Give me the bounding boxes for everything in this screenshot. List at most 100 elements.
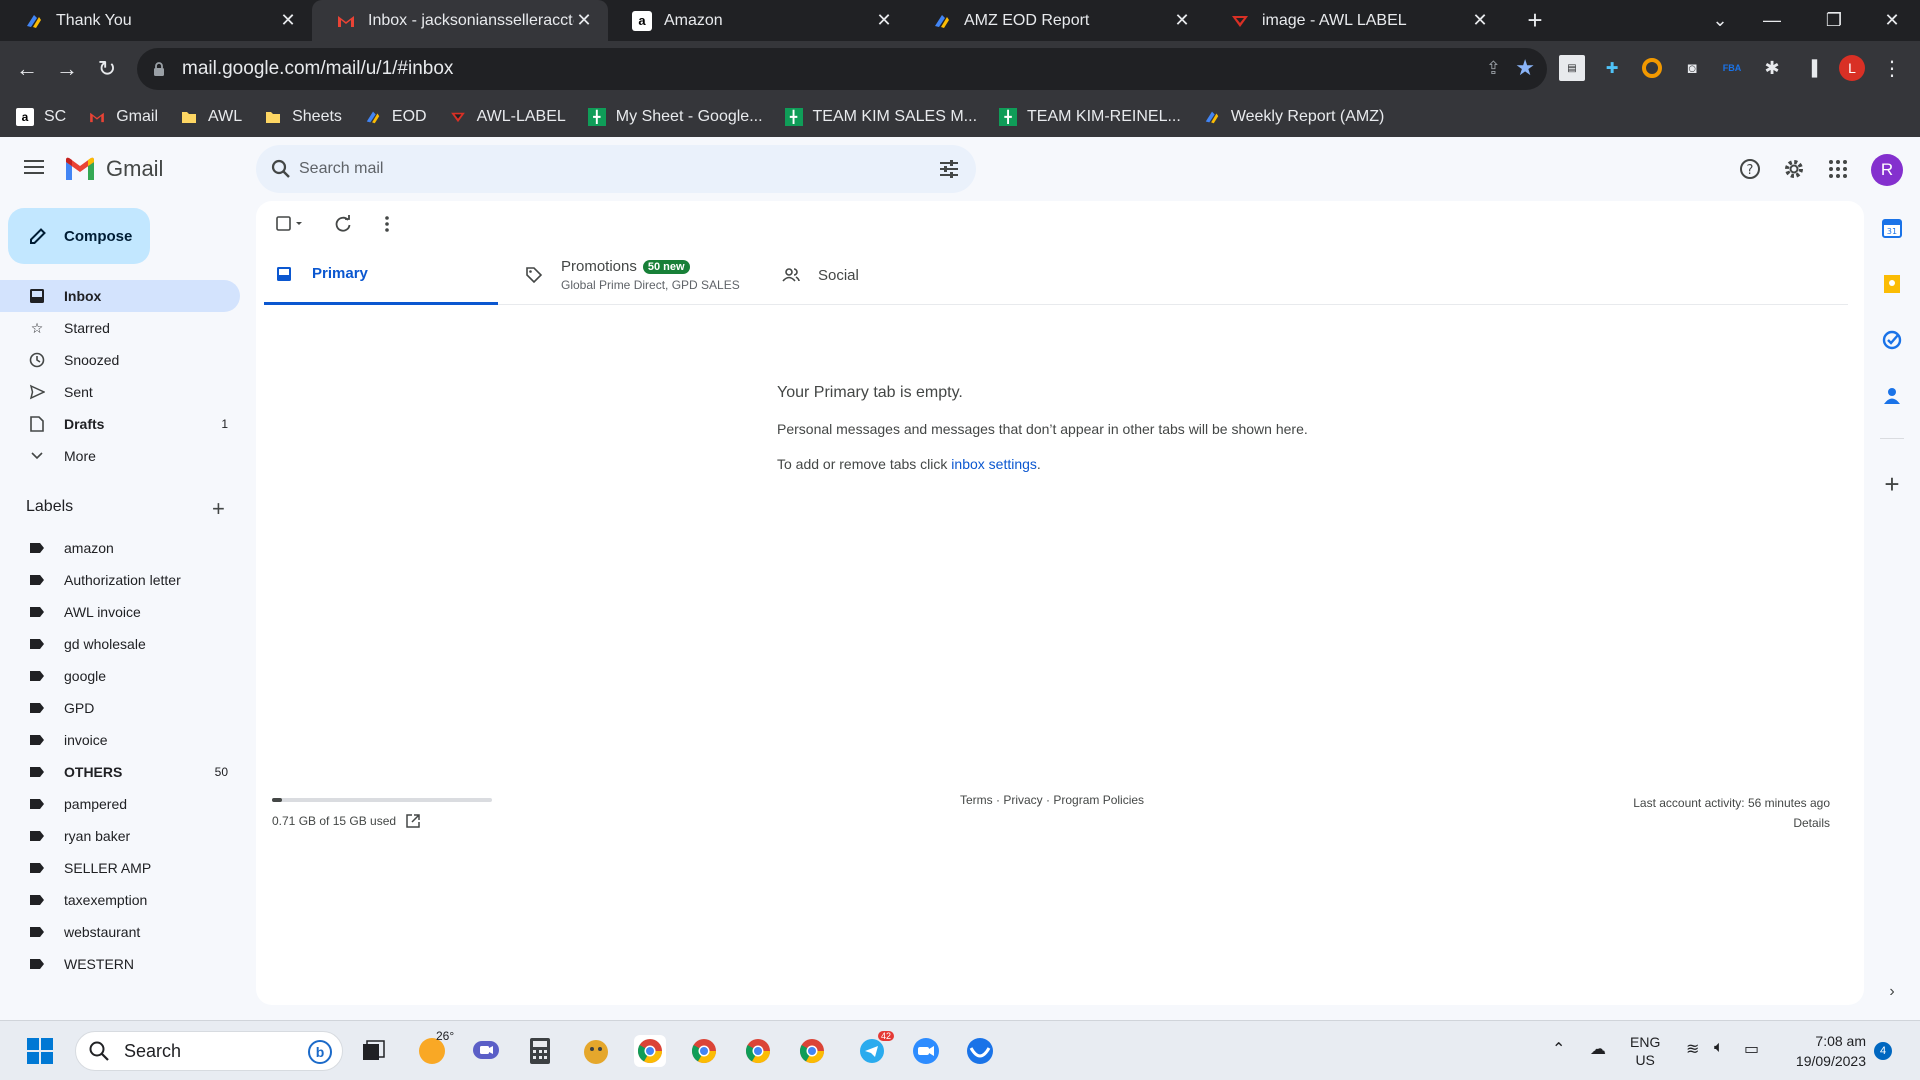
profile-avatar[interactable]: L (1839, 55, 1865, 81)
select-checkbox[interactable] (274, 213, 306, 240)
terms-link[interactable]: Terms (960, 793, 993, 807)
bookmark-weekly-report[interactable]: Weekly Report (AMZ) (1203, 108, 1384, 126)
apps-grid-icon[interactable] (1826, 157, 1850, 181)
close-window-icon[interactable]: ✕ (1864, 0, 1920, 41)
calculator-icon[interactable] (524, 1035, 556, 1067)
chrome-profile-icon[interactable] (688, 1035, 720, 1067)
contacts-icon[interactable] (1880, 384, 1904, 408)
label-item[interactable]: amazon (0, 532, 240, 564)
bookmark-gmail[interactable]: Gmail (88, 108, 158, 126)
share-icon[interactable]: ⇪ (1486, 58, 1501, 79)
help-icon[interactable]: ? (1738, 157, 1762, 181)
tab-social[interactable]: Social (770, 245, 1004, 305)
reload-icon[interactable]: ↻ (89, 51, 125, 87)
bookmark-eod[interactable]: EOD (364, 108, 427, 126)
label-item[interactable]: google (0, 660, 240, 692)
nav-starred[interactable]: ☆ Starred (0, 312, 240, 344)
bookmark-my-sheet[interactable]: ╋ My Sheet - Google... (587, 108, 763, 126)
gmail-wordmark[interactable]: Gmail (106, 156, 163, 182)
close-tab-icon[interactable]: ✕ (874, 10, 894, 31)
label-item[interactable]: invoice (0, 724, 240, 756)
bookmark-awl-label[interactable]: AWL-LABEL (449, 108, 566, 126)
browser-tab[interactable]: image - AWL LABEL ✕ (1206, 0, 1504, 41)
battery-icon[interactable]: ▭ (1744, 1039, 1759, 1059)
label-item[interactable]: webstaurant (0, 916, 240, 948)
get-addons-icon[interactable]: + (1880, 469, 1904, 499)
search-input[interactable] (299, 157, 899, 181)
fba-extension-icon[interactable]: FBA (1719, 55, 1745, 81)
wifi-icon[interactable]: ≋ (1686, 1039, 1699, 1059)
settings-gear-icon[interactable] (1782, 157, 1806, 181)
extension-icon[interactable]: ▤ (1559, 55, 1585, 81)
weather-widget-icon[interactable]: 26° (416, 1029, 454, 1067)
close-tab-icon[interactable]: ✕ (278, 10, 298, 31)
nav-more[interactable]: More (0, 440, 240, 472)
tab-primary[interactable]: Primary (264, 245, 498, 305)
browser-tab-active[interactable]: Inbox - jacksoniansselleracct@gm ✕ (312, 0, 608, 41)
calendar-icon[interactable]: 31 (1880, 216, 1904, 240)
more-options-icon[interactable] (376, 213, 398, 240)
search-options-icon[interactable] (938, 159, 960, 179)
bookmark-star-icon[interactable]: ★ (1515, 55, 1535, 81)
gmail-logo-icon[interactable] (64, 156, 96, 182)
bing-icon[interactable]: b (308, 1040, 332, 1064)
browser-menu-icon[interactable]: ⋮ (1879, 55, 1905, 81)
close-tab-icon[interactable]: ✕ (574, 10, 594, 31)
restore-icon[interactable]: ❐ (1806, 0, 1862, 41)
chat-app-icon[interactable] (470, 1035, 502, 1067)
show-side-panel-icon[interactable]: › (1880, 980, 1904, 1004)
browser-tab[interactable]: a Amazon ✕ (608, 0, 908, 41)
label-item[interactable]: taxexemption (0, 884, 240, 916)
add-label-button[interactable]: + (212, 496, 225, 522)
folder-app-icon[interactable] (580, 1035, 612, 1067)
browser-tab[interactable]: AMZ EOD Report ✕ (908, 0, 1206, 41)
label-item[interactable]: gd wholesale (0, 628, 240, 660)
clock[interactable]: 7:08 am 19/09/2023 (1782, 1031, 1866, 1071)
new-tab-button[interactable]: + (1520, 6, 1550, 36)
open-external-icon[interactable] (406, 814, 420, 828)
onedrive-icon[interactable]: ☁ (1590, 1039, 1606, 1059)
bookmark-folder-sheets[interactable]: Sheets (264, 108, 342, 126)
extensions-puzzle-icon[interactable]: ✱ (1759, 55, 1785, 81)
nav-drafts[interactable]: Drafts 1 (0, 408, 240, 440)
account-avatar[interactable]: R (1871, 154, 1903, 186)
telegram-icon[interactable]: 42 (856, 1031, 894, 1067)
label-item[interactable]: pampered (0, 788, 240, 820)
chrome-profile-icon[interactable] (796, 1035, 828, 1067)
browser-app-icon[interactable] (964, 1035, 996, 1067)
side-panel-icon[interactable]: ▐ (1799, 55, 1825, 81)
chrome-profile-icon[interactable] (742, 1035, 774, 1067)
extension-icon[interactable]: ✚ (1599, 55, 1625, 81)
bookmark-team-kim-reinel[interactable]: ╋ TEAM KIM-REINEL... (999, 108, 1181, 126)
minimize-icon[interactable]: — (1744, 0, 1800, 41)
browser-tab[interactable]: Thank You ✕ (0, 0, 312, 41)
back-icon[interactable]: ← (9, 51, 45, 87)
main-menu-icon[interactable] (24, 158, 46, 176)
label-item[interactable]: WESTERN (0, 948, 240, 980)
tasks-icon[interactable] (1880, 328, 1904, 352)
camera-extension-icon[interactable]: ◙ (1679, 55, 1705, 81)
start-windows-icon[interactable] (24, 1035, 56, 1067)
label-item[interactable]: SELLER AMP (0, 852, 240, 884)
search-bar[interactable] (256, 145, 976, 193)
language-indicator[interactable]: ENG US (1630, 1033, 1660, 1069)
task-view-icon[interactable] (358, 1035, 390, 1067)
label-item[interactable]: AWL invoice (0, 596, 240, 628)
extension-icon[interactable] (1639, 55, 1665, 81)
show-hidden-icons[interactable]: ⌃ (1552, 1039, 1565, 1059)
volume-icon[interactable]: 🔈︎ (1714, 1039, 1724, 1057)
zoom-icon[interactable] (910, 1035, 942, 1067)
tab-search-icon[interactable]: ⌄ (1692, 0, 1748, 41)
close-tab-icon[interactable]: ✕ (1172, 10, 1192, 31)
inbox-settings-link[interactable]: inbox settings (951, 456, 1037, 472)
bookmark-team-kim-sales[interactable]: ╋ TEAM KIM SALES M... (784, 108, 977, 126)
close-tab-icon[interactable]: ✕ (1470, 10, 1490, 31)
chrome-profile-icon[interactable] (634, 1035, 666, 1067)
label-item[interactable]: ryan baker (0, 820, 240, 852)
program-policies-link[interactable]: Program Policies (1053, 793, 1144, 807)
search-icon[interactable] (270, 158, 292, 180)
bookmark-sc[interactable]: a SC (16, 108, 66, 126)
privacy-link[interactable]: Privacy (1003, 793, 1042, 807)
tab-promotions[interactable]: Promotions 50 new Global Prime Direct, G… (513, 245, 763, 305)
refresh-icon[interactable] (332, 213, 354, 240)
